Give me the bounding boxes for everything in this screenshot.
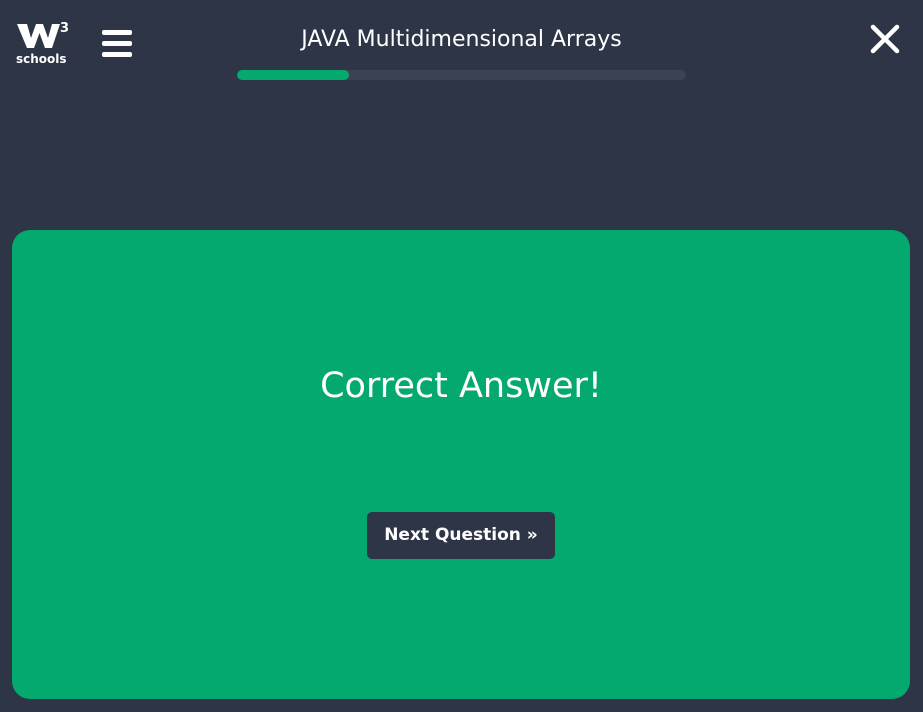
- page-title: JAVA Multidimensional Arrays: [301, 27, 622, 52]
- w3schools-logo-icon: 3: [17, 21, 68, 48]
- menu-button[interactable]: [101, 28, 133, 60]
- w3schools-logo[interactable]: 3 schools: [16, 18, 68, 68]
- answer-result-card: Correct Answer! Next Question »: [12, 230, 910, 699]
- quiz-progress-bar: [237, 70, 686, 80]
- close-button[interactable]: [868, 22, 902, 56]
- result-message: Correct Answer!: [320, 366, 602, 406]
- close-icon: [870, 24, 900, 54]
- quiz-page: 3 schools JAVA Multidimensional Arrays C…: [0, 0, 923, 712]
- quiz-progress-fill: [237, 70, 350, 80]
- logo-superscript: 3: [60, 21, 68, 36]
- next-question-button[interactable]: Next Question »: [367, 512, 555, 559]
- logo-text: schools: [16, 52, 67, 66]
